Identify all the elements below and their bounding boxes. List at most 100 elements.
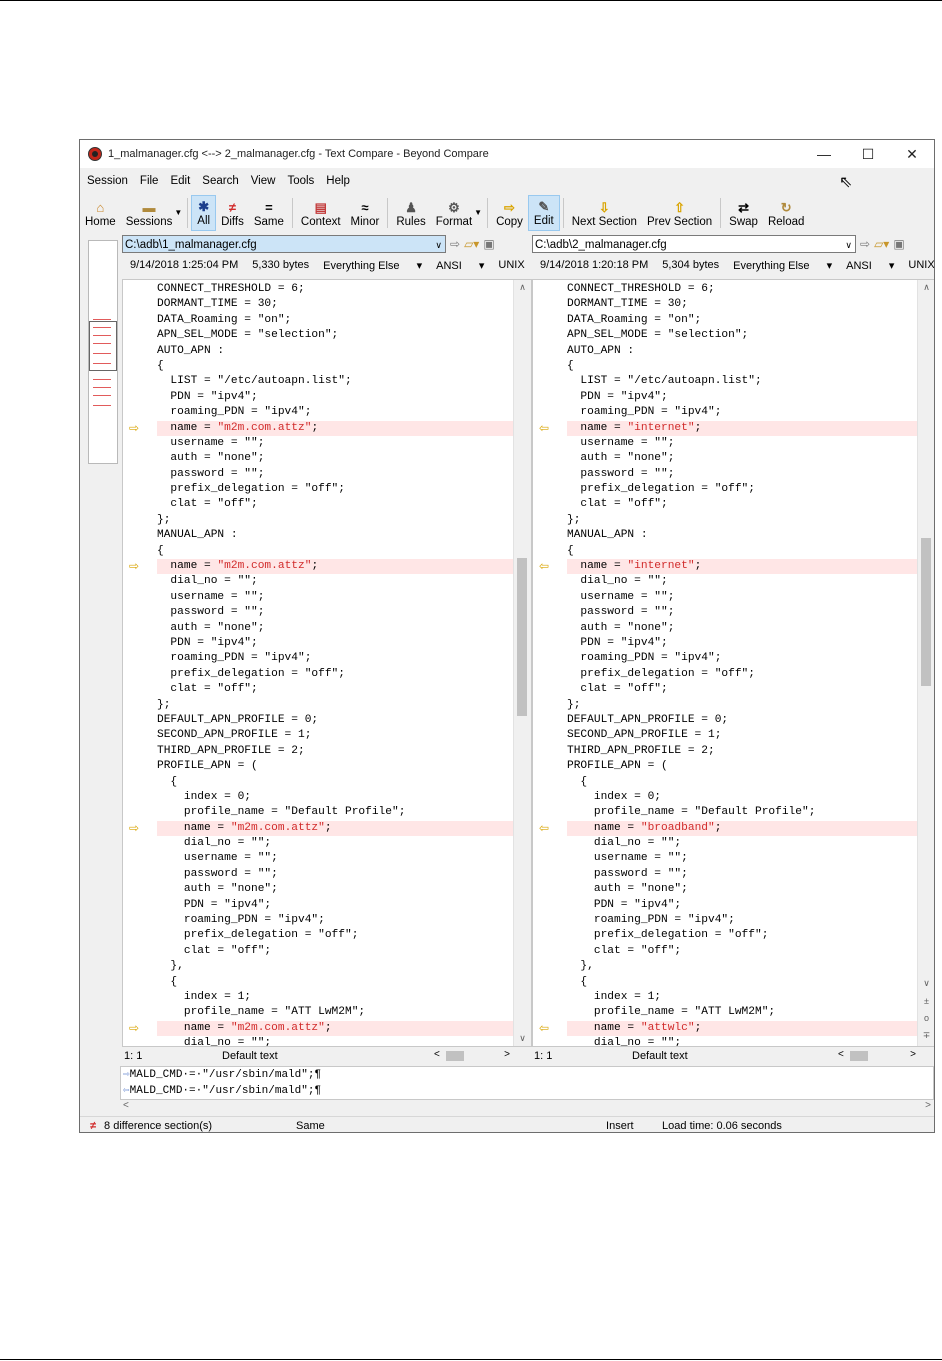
menu-tools[interactable]: Tools [282,175,319,187]
code-line[interactable]: DEFAULT_APN_PROFILE = 0; [567,713,918,728]
line-details-scrollbar[interactable]: < > [120,1100,934,1114]
code-line[interactable]: auth = "none"; [157,621,514,636]
code-line[interactable]: auth = "none"; [567,882,918,897]
code-line[interactable]: CONNECT_THRESHOLD = 6; [567,282,918,297]
scroll-thumb[interactable] [850,1051,868,1061]
code-line[interactable]: prefix_delegation = "off"; [567,667,918,682]
code-line[interactable]: prefix_delegation = "off"; [567,928,918,943]
code-line[interactable]: index = 0; [567,790,918,805]
copy-right-arrow-icon[interactable]: ⇨ [127,821,141,836]
code-line[interactable]: CONNECT_THRESHOLD = 6; [157,282,514,297]
code-line[interactable]: APN_SEL_MODE = "selection"; [567,328,918,343]
code-line[interactable]: auth = "none"; [567,621,918,636]
sessions-button[interactable]: ▬ Sessions [121,195,178,231]
format-dropdown-icon[interactable]: ▼ [474,208,482,217]
copy-button[interactable]: ⇨ Copy [491,195,528,231]
code-line[interactable]: clat = "off"; [157,682,514,697]
left-text-mode[interactable]: Default text [222,1050,278,1062]
code-line[interactable]: clat = "off"; [567,682,918,697]
menu-help[interactable]: Help [321,175,355,187]
scroll-down-icon[interactable]: ∨ [918,978,934,989]
code-line[interactable]: dial_no = ""; [567,574,918,589]
scroll-up-icon[interactable]: ∧ [918,282,934,293]
code-line[interactable]: username = ""; [157,436,514,451]
chevron-down-icon[interactable]: ∨ [845,236,852,254]
code-line[interactable]: PDN = "ipv4"; [157,898,514,913]
scroll-left-icon[interactable]: < [434,1049,440,1060]
scroll-up-icon[interactable]: ∧ [514,282,531,293]
code-line[interactable]: MANUAL_APN : [157,528,514,543]
code-line[interactable]: username = ""; [567,436,918,451]
copy-right-arrow-icon[interactable]: ⇨ [127,1021,141,1036]
diff-line[interactable]: name = "m2m.com.attz"; [157,420,514,436]
right-text-pane[interactable]: ⇦ ⇦ ⇦ ⇦ CONNECT_THRESHOLD = 6; DORMANT_TIME … [532,279,934,1047]
code-line[interactable]: PROFILE_APN = ( [157,759,514,774]
code-line[interactable]: roaming_PDN = "ipv4"; [567,913,918,928]
save-icon[interactable]: ▣ [893,237,904,251]
history-arrow-icon[interactable]: ⇨ [450,237,460,251]
right-line-endings[interactable]: UNIX [908,259,934,271]
scroll-down-icon[interactable]: ∨ [514,1033,531,1044]
code-line[interactable]: prefix_delegation = "off"; [567,482,918,497]
code-line[interactable]: AUTO_APN : [567,344,918,359]
code-line[interactable]: SECOND_APN_PROFILE = 1; [567,728,918,743]
right-vertical-scrollbar[interactable]: ∧ ∨ ± o ∓ [917,280,934,1046]
code-line[interactable]: password = ""; [157,605,514,620]
left-line-endings[interactable]: UNIX [498,259,524,271]
code-line[interactable]: }; [567,698,918,713]
copy-left-arrow-icon[interactable]: ⇦ [537,821,551,836]
show-diffs-button[interactable]: ≠ Diffs [216,195,249,231]
left-vertical-scrollbar[interactable]: ∧ ∨ [513,280,531,1046]
prev-section-button[interactable]: ⇧ Prev Section [642,195,717,231]
scroll-thumb[interactable] [921,538,931,686]
menu-file[interactable]: File [135,175,164,187]
code-line[interactable]: }; [157,698,514,713]
right-format-select[interactable]: Everything Else ▾ [733,259,832,272]
diff-line[interactable]: name = "m2m.com.attz"; [157,559,514,575]
code-line[interactable]: password = ""; [567,605,918,620]
code-line[interactable]: password = ""; [567,867,918,882]
prev-diff-icon[interactable]: ∓ [918,1030,934,1041]
folder-open-icon[interactable]: ▱▾ [464,237,479,251]
code-line[interactable]: prefix_delegation = "off"; [157,928,514,943]
copy-left-arrow-icon[interactable]: ⇦ [537,421,551,436]
code-line[interactable]: }; [157,513,514,528]
code-line[interactable]: profile_name = "Default Profile"; [567,805,918,820]
code-line[interactable]: password = ""; [567,467,918,482]
code-line[interactable]: prefix_delegation = "off"; [157,482,514,497]
right-code-lines[interactable]: CONNECT_THRESHOLD = 6; DORMANT_TIME = 30;… [567,282,918,1046]
sessions-dropdown-icon[interactable]: ▼ [174,208,182,217]
home-button[interactable]: ⌂ Home [80,195,121,231]
code-line[interactable]: { [157,359,514,374]
maximize-button[interactable]: ☐ [846,140,890,168]
right-encoding-select[interactable]: ANSI ▾ [846,259,894,272]
code-line[interactable]: roaming_PDN = "ipv4"; [157,405,514,420]
current-line-icon[interactable]: o [918,1013,934,1023]
code-line[interactable]: DATA_Roaming = "on"; [567,313,918,328]
scroll-right-icon[interactable]: > [910,1049,916,1060]
code-line[interactable]: DATA_Roaming = "on"; [157,313,514,328]
menu-edit[interactable]: Edit [165,175,195,187]
left-code-lines[interactable]: CONNECT_THRESHOLD = 6; DORMANT_TIME = 30;… [157,282,514,1046]
code-line[interactable]: }, [157,959,514,974]
show-same-button[interactable]: = Same [249,195,289,231]
code-line[interactable]: index = 0; [157,790,514,805]
code-line[interactable]: auth = "none"; [567,451,918,466]
diff-line[interactable]: name = "attwlc"; [567,1020,918,1037]
code-line[interactable]: dial_no = ""; [567,1036,918,1046]
right-horizontal-scrollbar[interactable]: < > [834,1049,920,1063]
close-button[interactable]: ✕ [890,140,934,168]
code-line[interactable]: LIST = "/etc/autoapn.list"; [567,374,918,389]
scroll-thumb[interactable] [517,558,527,716]
code-line[interactable]: MANUAL_APN : [567,528,918,543]
show-all-button[interactable]: ✱ All [191,195,217,231]
diff-line[interactable]: name = "internet"; [567,559,918,575]
code-line[interactable]: DORMANT_TIME = 30; [567,297,918,312]
code-line[interactable]: auth = "none"; [157,882,514,897]
code-line[interactable]: roaming_PDN = "ipv4"; [157,913,514,928]
left-path-input[interactable]: C:\adb\1_malmanager.cfg ∨ [122,235,446,253]
next-section-button[interactable]: ⇩ Next Section [567,195,642,231]
code-line[interactable]: password = ""; [157,867,514,882]
code-line[interactable]: profile_name = "Default Profile"; [157,805,514,820]
scroll-thumb[interactable] [446,1051,464,1061]
